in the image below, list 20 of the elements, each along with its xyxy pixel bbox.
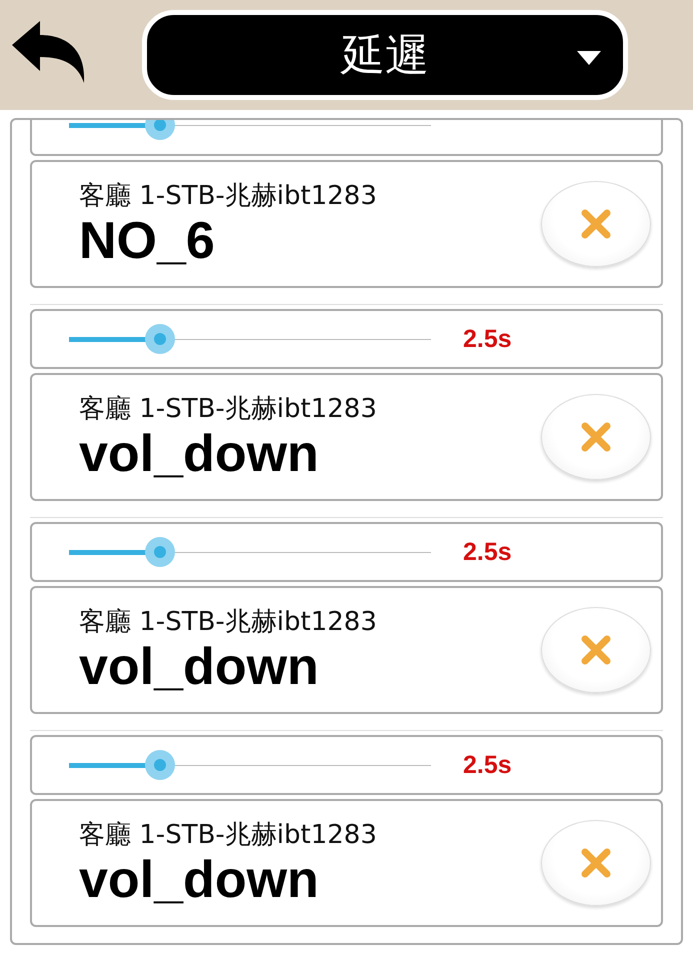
command-name: NO_6	[79, 212, 216, 270]
close-icon	[580, 634, 612, 666]
close-icon	[580, 208, 612, 240]
slider-thumb[interactable]	[144, 750, 174, 780]
device-label: 客廳 1-STB-兆赫ibt1283	[79, 606, 378, 639]
close-icon	[580, 847, 612, 879]
slider-thumb[interactable]	[144, 537, 174, 567]
device-label: 客廳 1-STB-兆赫ibt1283	[79, 180, 378, 213]
command-name: vol_down	[79, 852, 320, 910]
delay-value: 2.5s	[463, 324, 512, 354]
device-label: 客廳 1-STB-兆赫ibt1283	[79, 818, 378, 852]
delay-value: 2.5s	[463, 750, 512, 780]
close-icon	[580, 421, 612, 453]
command-name: vol_down	[79, 638, 320, 696]
delay-value: 2.5s	[463, 538, 512, 566]
slider-thumb[interactable]	[144, 324, 174, 354]
device-label: 客廳 1-STB-兆赫ibt1283	[79, 392, 378, 426]
delay-dropdown[interactable]: 延遲	[142, 10, 628, 100]
command-name: vol_down	[79, 426, 320, 484]
caret-icon	[577, 51, 601, 65]
